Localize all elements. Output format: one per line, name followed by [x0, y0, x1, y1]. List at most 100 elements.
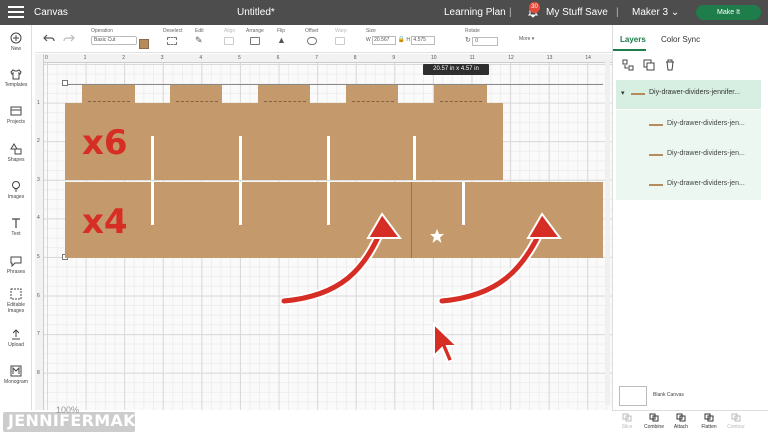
ruler-tick-label: 6 — [276, 55, 280, 61]
ruler-tick-label: 7 — [315, 55, 318, 61]
nav-phrases[interactable]: Phrases — [0, 255, 32, 275]
combine-button[interactable]: Combine — [641, 413, 667, 430]
tab-layers[interactable]: Layers — [620, 35, 646, 44]
document-title[interactable]: Untitled* — [237, 0, 275, 25]
divider-slot — [413, 136, 416, 180]
projects-icon — [10, 106, 22, 116]
more-button[interactable]: More ▾ — [519, 36, 534, 42]
header-divider: | — [509, 7, 512, 18]
blank-canvas-swatch[interactable] — [619, 386, 647, 406]
layer-name: Diy-drawer-dividers-jen... — [667, 150, 745, 157]
app-title: Canvas — [34, 7, 68, 18]
blank-canvas-label: Blank Canvas — [653, 392, 684, 398]
contour-button[interactable]: Contour — [723, 413, 749, 430]
group-icon[interactable] — [622, 58, 634, 71]
ruler-tick-label: 12 — [508, 55, 514, 61]
layer-tools — [612, 55, 768, 75]
learning-plan-link[interactable]: Learning Plan — [444, 0, 506, 25]
ruler-tick-label: 13 — [546, 55, 553, 61]
ruler-tick-label: 3 — [37, 176, 40, 183]
layer-thumbnail — [631, 93, 645, 95]
ruler-tick-label: 0 — [45, 55, 48, 61]
edit-label: Edit — [195, 28, 204, 34]
bulb-icon — [12, 181, 20, 192]
save-button[interactable]: Save — [585, 0, 608, 25]
chevron-down-icon[interactable]: ▾ — [621, 89, 625, 97]
tab-color-sync[interactable]: Color Sync — [661, 35, 700, 44]
nav-shapes[interactable]: Shapes — [0, 143, 32, 163]
quantity-label-x4: x4 — [82, 202, 128, 242]
offset-button[interactable]: Offset — [305, 28, 318, 45]
slice-button[interactable]: Slice — [614, 413, 640, 430]
ruler-tick-label: 8 — [37, 369, 40, 376]
red-arrows-annotation — [279, 212, 562, 306]
ruler-tick-label: 3 — [160, 55, 164, 61]
ruler-tick-label: 9 — [392, 55, 396, 61]
nav-upload[interactable]: Upload — [0, 328, 32, 348]
size-group: Size W 20.567 🔒 H 4.575 — [366, 28, 436, 45]
ruler-tick-label: 4 — [37, 215, 40, 222]
nav-new[interactable]: New — [0, 32, 32, 52]
redo-icon[interactable] — [63, 33, 75, 45]
quantity-label-x6: x6 — [82, 123, 128, 163]
layer-thumbnail — [649, 124, 663, 126]
chevron-down-icon: ⌄ — [670, 7, 680, 18]
size-label: Size — [366, 28, 376, 34]
edit-button[interactable]: Edit ✎ — [195, 28, 204, 46]
height-input[interactable]: 4.575 — [411, 36, 436, 45]
layer-group-row[interactable]: ▾ Diy-drawer-dividers-jennifer... — [616, 80, 761, 109]
nav-images[interactable]: Images — [0, 180, 32, 200]
nav-label: Phrases — [6, 269, 26, 275]
layer-row[interactable]: Diy-drawer-dividers-jen... — [616, 140, 761, 170]
flatten-button[interactable]: Flatten — [696, 413, 722, 430]
machine-select[interactable]: Maker 3 ⌄ — [632, 0, 679, 25]
warp-button[interactable]: Warp — [335, 28, 347, 45]
menu-icon[interactable] — [8, 0, 24, 25]
score-line — [88, 101, 130, 102]
width-input[interactable]: 20.567 — [372, 36, 397, 45]
ruler-tick-label: 5 — [238, 55, 241, 61]
make-it-button[interactable]: Make It — [696, 5, 761, 20]
attach-button[interactable]: Attach — [668, 413, 694, 430]
flip-label: Flip — [277, 28, 286, 34]
upload-icon — [12, 329, 20, 340]
align-button[interactable]: Align — [224, 28, 235, 45]
layer-group-name: Diy-drawer-dividers-jennifer... — [649, 89, 741, 96]
layer-row[interactable]: Diy-drawer-dividers-jen... — [616, 110, 761, 140]
deselect-button[interactable]: Deselect — [163, 28, 182, 45]
action-label: Flatten — [701, 424, 717, 430]
nav-text[interactable]: Text — [0, 217, 32, 237]
nav-monogram[interactable]: Monogram — [0, 365, 32, 385]
lock-icon[interactable]: 🔒 — [398, 37, 405, 43]
nav-editable-images[interactable]: Editable Images — [0, 288, 32, 314]
duplicate-icon[interactable] — [643, 58, 655, 71]
warp-label: Warp — [335, 28, 347, 34]
rotate-group: Rotate ↻ 0 — [465, 28, 499, 46]
operation-select[interactable]: Basic Cut — [91, 36, 137, 45]
arrange-button[interactable]: Arrange — [246, 28, 264, 45]
nav-projects[interactable]: Projects — [0, 105, 32, 125]
ruler-top: 0 1 2 3 4 5 6 7 8 9 10 11 12 13 14 — [35, 54, 612, 63]
trash-icon[interactable] — [664, 58, 676, 71]
warp-icon — [335, 37, 345, 45]
nav-templates[interactable]: Templates — [0, 68, 32, 88]
operation-label: Operation — [91, 28, 113, 34]
editable-images-icon — [10, 288, 22, 300]
divider-board-top[interactable] — [65, 103, 503, 180]
my-stuff-link[interactable]: My Stuff — [546, 0, 583, 25]
score-line — [264, 101, 306, 102]
divider-slot — [239, 182, 242, 225]
undo-icon[interactable] — [43, 33, 55, 45]
ruler-tick-label: 4 — [199, 55, 203, 61]
layer-row[interactable]: Diy-drawer-dividers-jen... — [616, 170, 761, 200]
ruler-tick-label: 8 — [353, 55, 357, 61]
selection-handle[interactable] — [62, 80, 68, 86]
flip-button[interactable]: Flip ▲ — [277, 28, 286, 45]
align-label: Align — [224, 28, 236, 34]
ruler-left: 1 2 3 4 5 6 7 8 — [35, 54, 44, 410]
rotate-input[interactable]: 0 — [472, 37, 499, 46]
offset-label: Offset — [305, 28, 319, 34]
color-swatch[interactable] — [139, 39, 149, 49]
monogram-icon — [10, 365, 22, 377]
deselect-icon — [167, 37, 177, 45]
